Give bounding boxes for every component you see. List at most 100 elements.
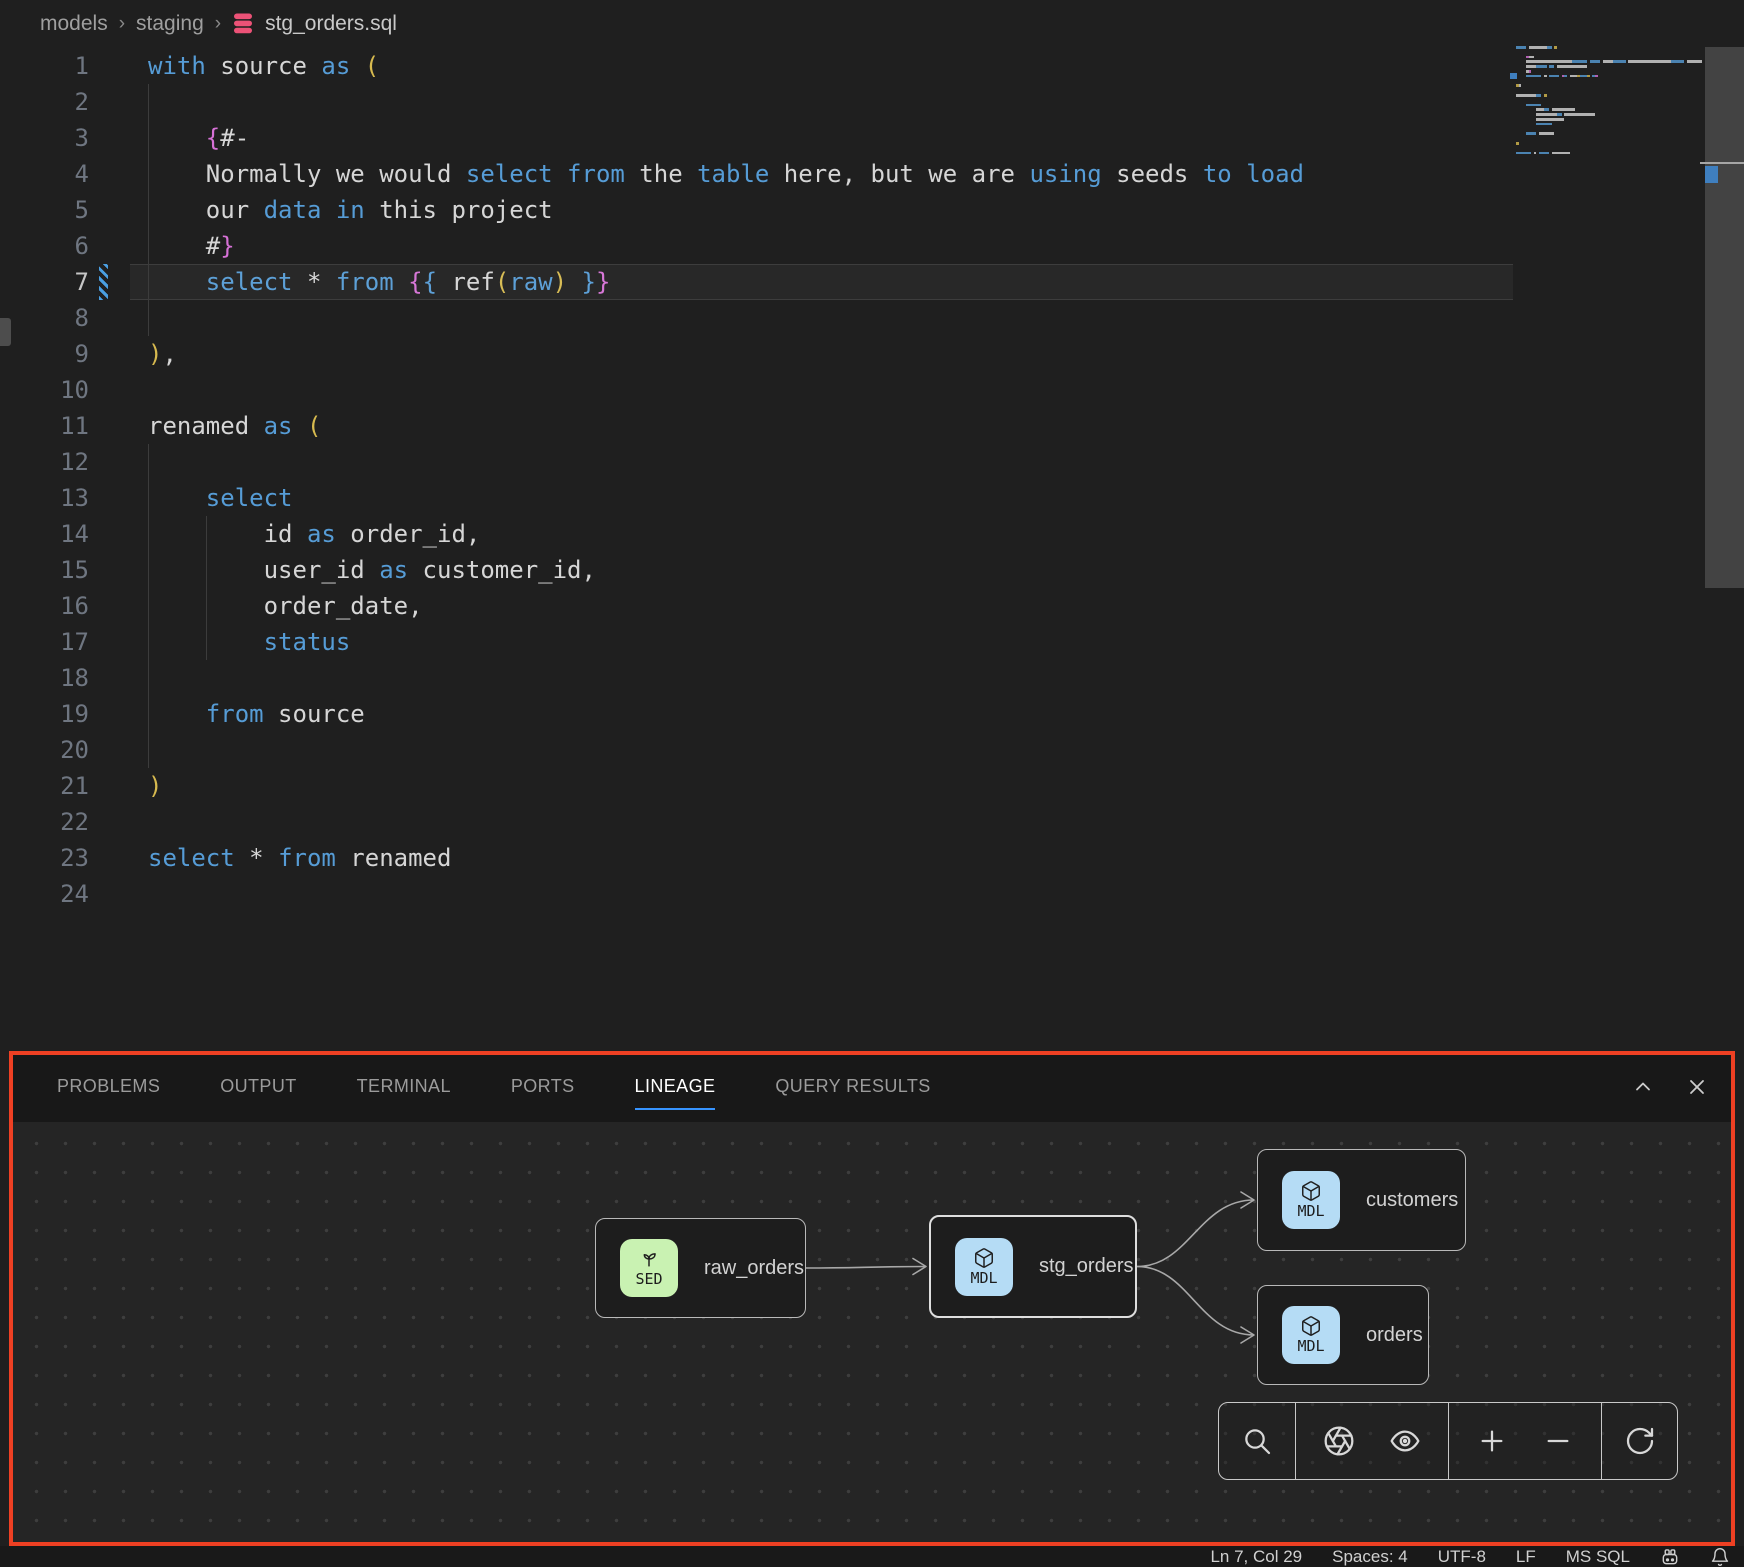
status-item-utf-8[interactable]: UTF-8 xyxy=(1438,1547,1486,1567)
breadcrumb-file[interactable]: stg_orders.sql xyxy=(265,12,397,36)
code-line-20[interactable]: 20 xyxy=(0,732,1744,768)
zoom-out-button[interactable] xyxy=(1535,1418,1581,1464)
badge-label: SED xyxy=(635,1270,662,1288)
status-item-spaces-4[interactable]: Spaces: 4 xyxy=(1332,1547,1408,1567)
code-line-18[interactable]: 18 xyxy=(0,660,1744,696)
line-number: 11 xyxy=(0,408,89,444)
tab-query-results[interactable]: QUERY RESULTS xyxy=(775,1051,930,1122)
tab-lineage[interactable]: LINEAGE xyxy=(635,1051,716,1122)
line-number: 4 xyxy=(0,156,89,192)
tab-problems[interactable]: PROBLEMS xyxy=(57,1051,160,1122)
tab-terminal[interactable]: TERMINAL xyxy=(357,1051,451,1122)
panel-controls xyxy=(1631,1075,1735,1099)
node-label: stg_orders xyxy=(1039,1255,1134,1278)
toolbar-group xyxy=(1448,1403,1601,1479)
robot-icon[interactable] xyxy=(1660,1547,1680,1567)
breadcrumb-item-models[interactable]: models xyxy=(40,12,108,36)
chevron-right-icon: › xyxy=(215,13,221,35)
line-number: 3 xyxy=(0,120,89,156)
breadcrumb-item-staging[interactable]: staging xyxy=(136,12,204,36)
node-label: raw_orders xyxy=(704,1257,804,1280)
status-item-ms-sql[interactable]: MS SQL xyxy=(1566,1547,1630,1567)
code-text: order_date, xyxy=(148,588,423,624)
search-button[interactable] xyxy=(1234,1418,1280,1464)
lineage-node-customers[interactable]: MDLcustomers xyxy=(1257,1149,1466,1251)
code-text: Normally we would select from the table … xyxy=(148,156,1304,192)
indent-guide xyxy=(206,516,207,660)
code-line-2[interactable]: 2 xyxy=(0,84,1744,120)
line-number: 14 xyxy=(0,516,89,552)
line-number: 10 xyxy=(0,372,89,408)
close-icon[interactable] xyxy=(1685,1075,1709,1099)
refresh-button[interactable] xyxy=(1617,1418,1663,1464)
code-text: ) xyxy=(148,768,162,804)
lineage-node-stg_orders[interactable]: MDLstg_orders xyxy=(929,1215,1137,1318)
status-item-ln-7-col-29[interactable]: Ln 7, Col 29 xyxy=(1210,1547,1302,1567)
code-line-22[interactable]: 22 xyxy=(0,804,1744,840)
lineage-node-raw_orders[interactable]: SED raw_orders xyxy=(595,1218,806,1318)
line-number: 13 xyxy=(0,480,89,516)
minimap[interactable] xyxy=(1516,45,1702,167)
toolbar-group xyxy=(1219,1403,1295,1479)
bell-icon[interactable] xyxy=(1710,1547,1730,1567)
code-line-24[interactable]: 24 xyxy=(0,876,1744,912)
code-line-3[interactable]: 3 {#- xyxy=(0,120,1744,156)
code-line-14[interactable]: 14 id as order_id, xyxy=(0,516,1744,552)
code-text: status xyxy=(148,624,350,660)
breadcrumb: models › staging › stg_orders.sql xyxy=(0,0,1744,48)
code-line-12[interactable]: 12 xyxy=(0,444,1744,480)
line-number: 1 xyxy=(0,48,89,84)
line-number: 21 xyxy=(0,768,89,804)
toolbar-group xyxy=(1295,1403,1448,1479)
code-editor[interactable]: 1 with source as ( 23 {#-4 Normally we wou… xyxy=(0,48,1744,912)
code-line-19[interactable]: 19 from source xyxy=(0,696,1744,732)
tab-ports[interactable]: PORTS xyxy=(511,1051,575,1122)
badge-label: MDL xyxy=(1297,1337,1324,1355)
code-line-17[interactable]: 17 status xyxy=(0,624,1744,660)
line-number: 5 xyxy=(0,192,89,228)
code-line-23[interactable]: 23 select * from renamed xyxy=(0,840,1744,876)
badge-label: MDL xyxy=(1297,1202,1324,1220)
code-line-6[interactable]: 6 #} xyxy=(0,228,1744,264)
tab-output[interactable]: OUTPUT xyxy=(220,1051,296,1122)
toolbar-group xyxy=(1601,1403,1677,1479)
code-text: select * from renamed xyxy=(148,840,451,876)
node-label: orders xyxy=(1366,1324,1423,1347)
code-line-7[interactable]: 7 select * from {{ ref(raw) }} xyxy=(0,264,1744,300)
line-number: 7 xyxy=(0,264,89,300)
code-line-1[interactable]: 1 with source as ( xyxy=(0,48,1744,84)
code-line-16[interactable]: 16 order_date, xyxy=(0,588,1744,624)
code-line-4[interactable]: 4 Normally we would select from the tabl… xyxy=(0,156,1744,192)
line-number: 2 xyxy=(0,84,89,120)
indent-guide xyxy=(148,84,149,336)
zoom-in-button[interactable] xyxy=(1469,1418,1515,1464)
code-line-10[interactable]: 10 xyxy=(0,372,1744,408)
code-line-15[interactable]: 15 user_id as customer_id, xyxy=(0,552,1744,588)
indent-guide xyxy=(148,444,149,768)
database-icon xyxy=(232,12,254,36)
line-number: 6 xyxy=(0,228,89,264)
editor-left-notch xyxy=(0,318,11,346)
code-line-5[interactable]: 5 our data in this project xyxy=(0,192,1744,228)
line-number: 22 xyxy=(0,804,89,840)
code-line-9[interactable]: 9), xyxy=(0,336,1744,372)
eye-button[interactable] xyxy=(1382,1418,1428,1464)
line-number: 12 xyxy=(0,444,89,480)
overview-ruler-cursor-mark xyxy=(1700,162,1744,164)
modified-line-gutter-indicator xyxy=(99,264,108,300)
scrollbar-thumb[interactable] xyxy=(1705,47,1744,588)
status-bar: Ln 7, Col 29 Spaces: 4 UTF-8 LF MS SQL xyxy=(0,1546,1744,1567)
code-text: with source as ( xyxy=(148,48,379,84)
chevron-up-icon[interactable] xyxy=(1631,1075,1655,1099)
aperture-button[interactable] xyxy=(1316,1418,1362,1464)
cube-badge: MDL xyxy=(1282,1171,1340,1229)
code-line-8[interactable]: 8 xyxy=(0,300,1744,336)
status-item-lf[interactable]: LF xyxy=(1516,1547,1536,1567)
code-line-11[interactable]: 11renamed as ( xyxy=(0,408,1744,444)
line-number: 23 xyxy=(0,840,89,876)
panel-tab-bar: PROBLEMS OUTPUT TERMINAL PORTS LINEAGE QUERY … xyxy=(9,1051,1735,1122)
lineage-node-orders[interactable]: MDL orders xyxy=(1257,1285,1429,1385)
code-line-21[interactable]: 21) xyxy=(0,768,1744,804)
seedling-badge: SED xyxy=(620,1239,678,1297)
code-line-13[interactable]: 13 select xyxy=(0,480,1744,516)
